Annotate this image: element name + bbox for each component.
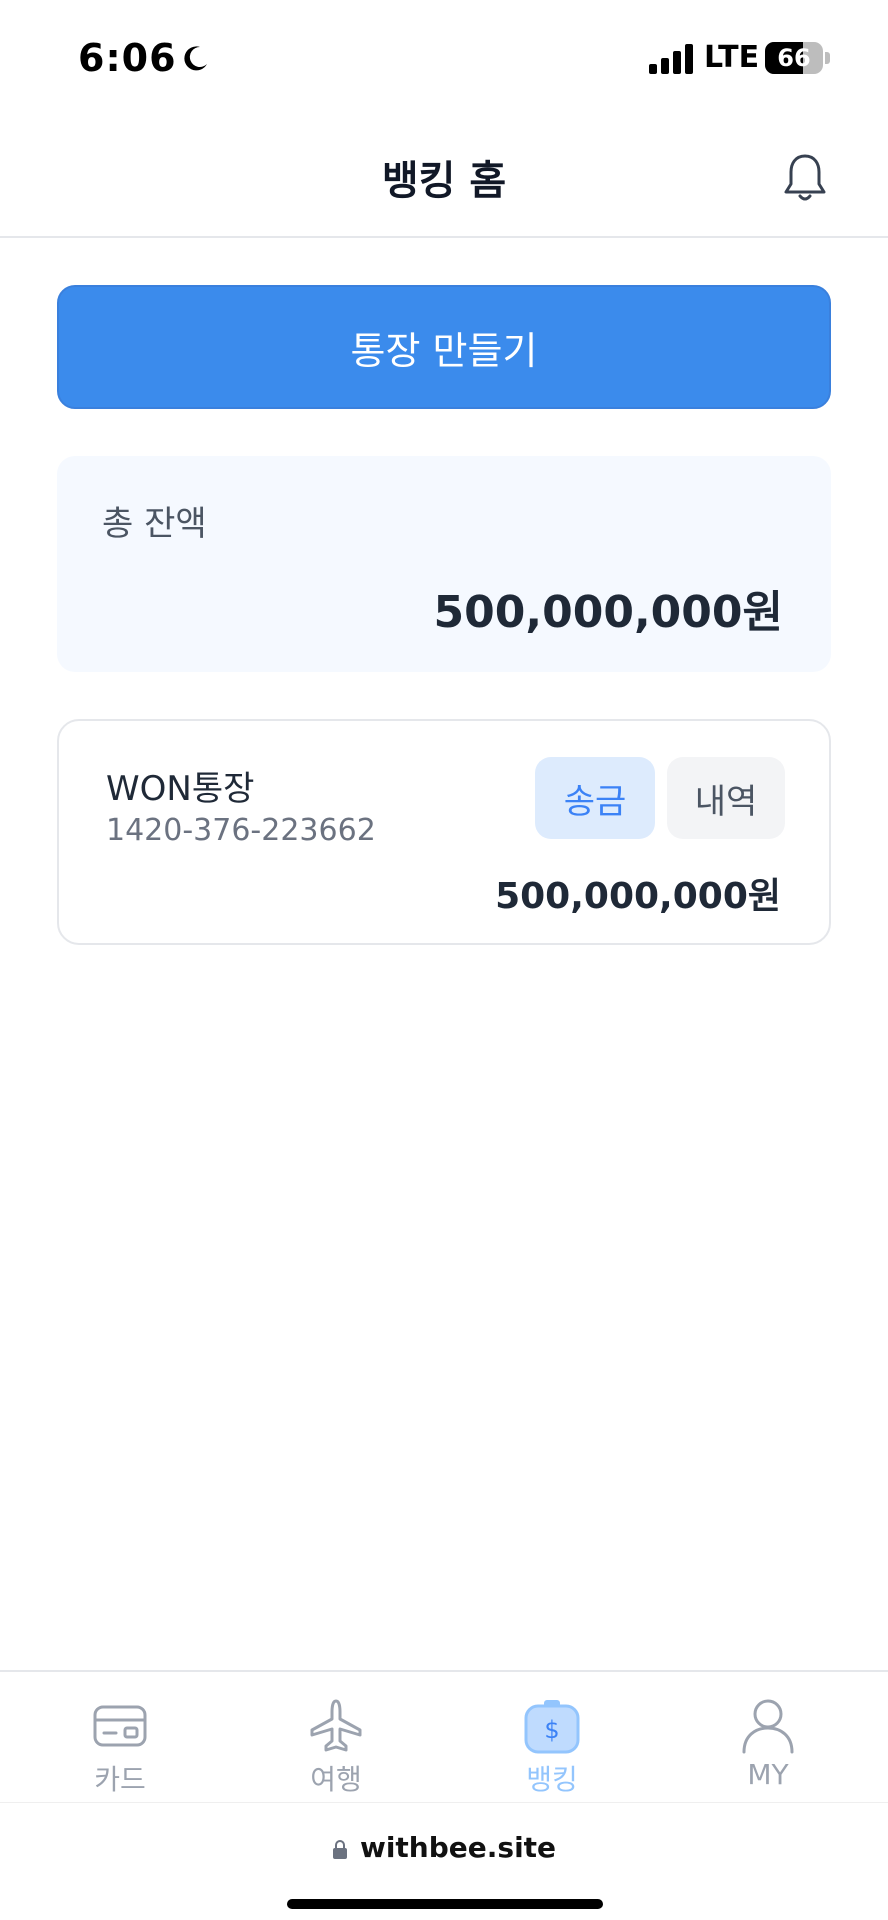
browser-url-bar[interactable]: withbee.site xyxy=(0,1802,888,1920)
battery-nub xyxy=(825,52,830,64)
url-text: withbee.site xyxy=(359,1831,557,1864)
history-button[interactable]: 내역 xyxy=(667,757,785,839)
url-display[interactable]: withbee.site xyxy=(0,1831,888,1864)
nav-label-my: MY xyxy=(747,1758,789,1791)
app-header: 뱅킹 홈 xyxy=(0,120,888,238)
account-number: 1420-376-223662 xyxy=(106,813,376,848)
account-balance: 500,000,000원 xyxy=(495,876,781,917)
page-title: 뱅킹 홈 xyxy=(381,158,507,204)
battery-icon: 66 xyxy=(765,42,823,74)
signal-icon xyxy=(649,44,693,74)
nav-item-banking[interactable]: $ 뱅킹 xyxy=(472,1672,632,1802)
nav-label-card: 카드 xyxy=(94,1763,146,1796)
battery-percent: 66 xyxy=(777,44,811,72)
total-balance-amount: 500,000,000원 xyxy=(433,587,783,638)
account-name: WON통장 xyxy=(106,769,255,809)
send-button[interactable]: 송금 xyxy=(535,757,655,839)
nav-label-travel: 여행 xyxy=(310,1763,362,1796)
bell-icon xyxy=(784,154,826,201)
nav-item-travel[interactable]: 여행 xyxy=(256,1672,416,1802)
home-indicator xyxy=(287,1899,603,1909)
status-bar: 6:06 LTE 66 xyxy=(0,0,888,120)
bottom-nav: 카드 여행 $ 뱅킹 MY xyxy=(0,1670,888,1802)
status-time: 6:06 xyxy=(78,36,177,80)
network-label: LTE xyxy=(704,40,760,75)
total-balance-label: 총 잔액 xyxy=(102,504,207,544)
create-account-button[interactable]: 통장 만들기 xyxy=(57,285,831,409)
money-bag-icon: $ xyxy=(524,1700,580,1754)
nav-item-my[interactable]: MY xyxy=(688,1672,848,1802)
nav-label-banking: 뱅킹 xyxy=(526,1763,578,1796)
account-card[interactable]: WON통장 1420-376-223662 송금 내역 500,000,000원 xyxy=(57,719,831,945)
nav-item-card[interactable]: 카드 xyxy=(40,1672,200,1802)
notification-button[interactable] xyxy=(780,150,830,206)
svg-text:$: $ xyxy=(544,1716,559,1744)
moon-icon xyxy=(184,46,207,71)
card-icon xyxy=(93,1705,147,1747)
airplane-icon xyxy=(310,1699,362,1752)
user-icon xyxy=(742,1699,794,1754)
lock-icon xyxy=(332,1840,347,1859)
total-balance-card: 총 잔액 500,000,000원 xyxy=(57,456,831,672)
